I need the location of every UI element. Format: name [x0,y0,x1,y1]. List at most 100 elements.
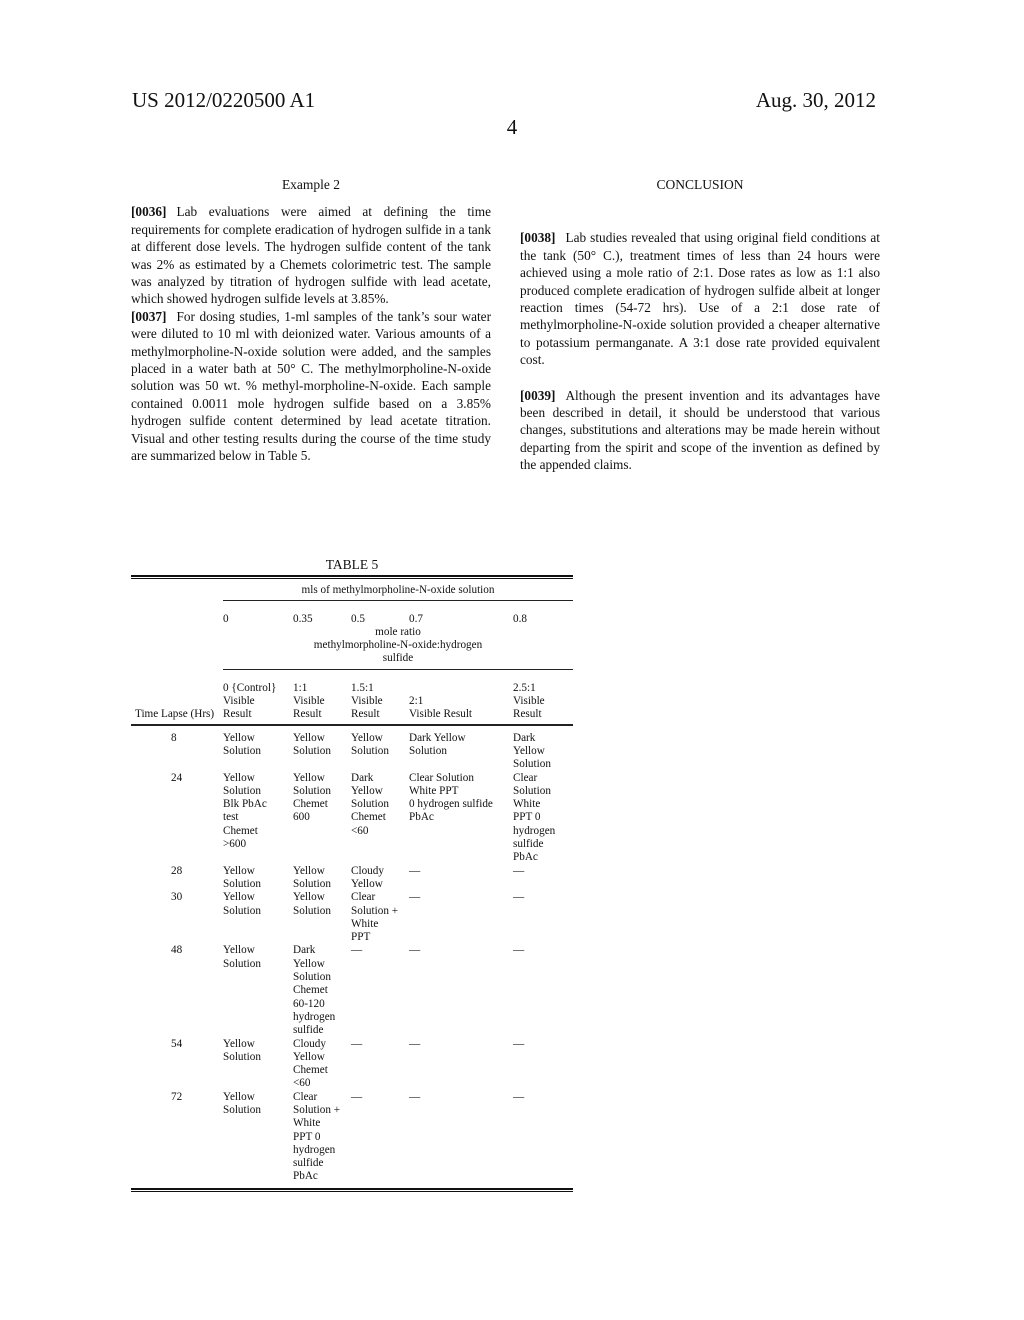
result-cell: Cloudy Yellow Chemet <60 [293,1038,351,1091]
paragraph-number: [0037] [131,308,167,324]
paragraph-text: Lab studies revealed that using original… [520,230,880,368]
result-cell: — [409,1038,513,1091]
cell-line: Yellow [351,877,383,890]
header-line: Visible [223,695,255,708]
cell-line: Yellow [293,771,325,784]
result-cell: Dark Yellow Solution Chemet 60-120 hydrogen su… [293,944,351,1037]
cell-line: Yellow [223,1090,255,1103]
cell-line: Solution [409,744,447,757]
cell-line: test [223,811,239,824]
column-header-result: 1.5:1 Visible Result [351,682,409,722]
cell-line: — [351,1090,363,1103]
paragraph-number: [0036] [131,204,167,220]
left-column: Example 2 [0036] Lab evaluations were aim… [131,176,491,465]
time-lapse-cell: 24 [171,771,183,784]
cell-line: — [409,891,421,904]
cell-line: Yellow [223,891,255,904]
cell-line: Solution [293,877,331,890]
cell-line: Solution [351,798,389,811]
cell-line: Yellow [351,731,383,744]
result-cell: Clear Solution + White PPT [351,891,409,944]
cell-line: Yellow [351,784,383,797]
time-lapse-cell: 8 [171,731,177,744]
cell-line: PPT [351,931,371,944]
cell-line: Chemet [293,1064,328,1077]
column-header-result: 2:1 Visible Result [409,695,513,722]
cell-line: — [513,944,525,957]
publication-number: US 2012/0220500 A1 [132,88,316,112]
paragraph-number: [0039] [520,387,556,403]
cell-line: Cloudy [351,864,384,877]
cell-line: Solution [223,1103,261,1116]
result-cell: Dark Yellow Solution Chemet <60 [351,772,409,865]
paragraph-text: Although the present invention and its a… [520,387,880,473]
table-bottom-rule [131,1187,573,1192]
result-cell: — [351,1091,409,1184]
column-header-result: 0 {Control} Visible Result [223,682,293,722]
cell-line: — [409,1037,421,1050]
cell-line: Solution [513,784,551,797]
cell-line: Solution [223,784,261,797]
cell-line: Solution [223,744,261,757]
header-line: 2.5:1 [513,681,536,694]
dose-value: 0 [223,612,229,625]
table-row: 24 Yellow Solution Blk PbAc test Chemet >600 Ye… [131,772,573,865]
result-cell: Yellow Solution [223,1091,293,1184]
mole-ratio-line: methylmorpholine-N-oxide:hydrogen [313,639,483,652]
cell-line: 0 hydrogen sulfide [409,798,493,811]
cell-line: Solution [293,784,331,797]
result-cell: — [513,891,573,944]
cell-line: Solution + [351,904,399,917]
result-cell: Yellow Solution [223,732,293,772]
time-lapse-cell: 72 [171,1090,183,1103]
header-line: Result [513,708,542,721]
header-line: 1.5:1 [351,681,374,694]
result-cell: Yellow Solution [293,732,351,772]
cell-line: Solution [513,758,551,771]
column-header-row: Time Lapse (Hrs) 0 {Control} Visible Result… [131,670,573,724]
paragraph-0036: [0036] Lab evaluations were aimed at defi… [131,203,491,307]
cell-line: Dark [293,944,316,957]
time-lapse-cell: 30 [171,891,183,904]
cell-line: Clear Solution [409,771,474,784]
cell-line: Dark [513,731,536,744]
cell-line: PbAc [409,811,434,824]
cell-line: Solution [223,904,261,917]
result-cell: Clear Solution White PPT 0 hydrogen sulfide Pb… [513,772,573,865]
publication-date: Aug. 30, 2012 [755,88,876,112]
cell-line: PPT 0 [513,811,541,824]
cell-line: — [513,1090,525,1103]
cell-line: Yellow [293,864,325,877]
cell-line: Solution [293,744,331,757]
dose-value: 0.8 [513,612,527,625]
time-lapse-cell: 28 [171,864,183,877]
result-cell: Yellow Solution Blk PbAc test Chemet >600 [223,772,293,865]
cell-line: Dark [351,771,374,784]
cell-line: Yellow [223,731,255,744]
table-row: 48 Yellow Solution Dark Yellow Solution Chemet… [131,944,573,1037]
result-cell: — [513,1038,573,1091]
header-line: Visible [513,695,545,708]
cell-line: Solution [223,1050,261,1063]
cell-line: Solution [293,904,331,917]
cell-line: — [409,864,421,877]
header-line: 0 {Control} [223,681,277,694]
cell-line: hydrogen [513,824,556,837]
cell-line: Yellow [513,744,545,757]
cell-line: — [351,944,363,957]
table-row: 54 Yellow Solution Cloudy Yellow Chemet <60— — — [131,1038,573,1091]
cell-line: — [351,1037,363,1050]
table-body: 8 Yellow Solution Yellow Solution Yellow Solut… [131,726,573,1188]
paragraph-text: For dosing studies, 1-ml samples of the … [131,308,491,464]
result-cell: Yellow Solution Chemet 600 [293,772,351,865]
header-line: Result [293,708,322,721]
cell-line: Yellow [293,891,325,904]
section-heading-conclusion: CONCLUSION [656,177,744,192]
result-cell: Yellow Solution [223,865,293,892]
cell-line: Chemet [223,824,258,837]
result-cell: — [409,944,513,1037]
result-cell: Dark Yellow Solution [513,732,573,772]
column-header-time-lapse: Time Lapse (Hrs) [131,708,223,721]
cell-line: Yellow [293,1050,325,1063]
paragraph-0038: [0038] Lab studies revealed that using or… [520,229,880,368]
